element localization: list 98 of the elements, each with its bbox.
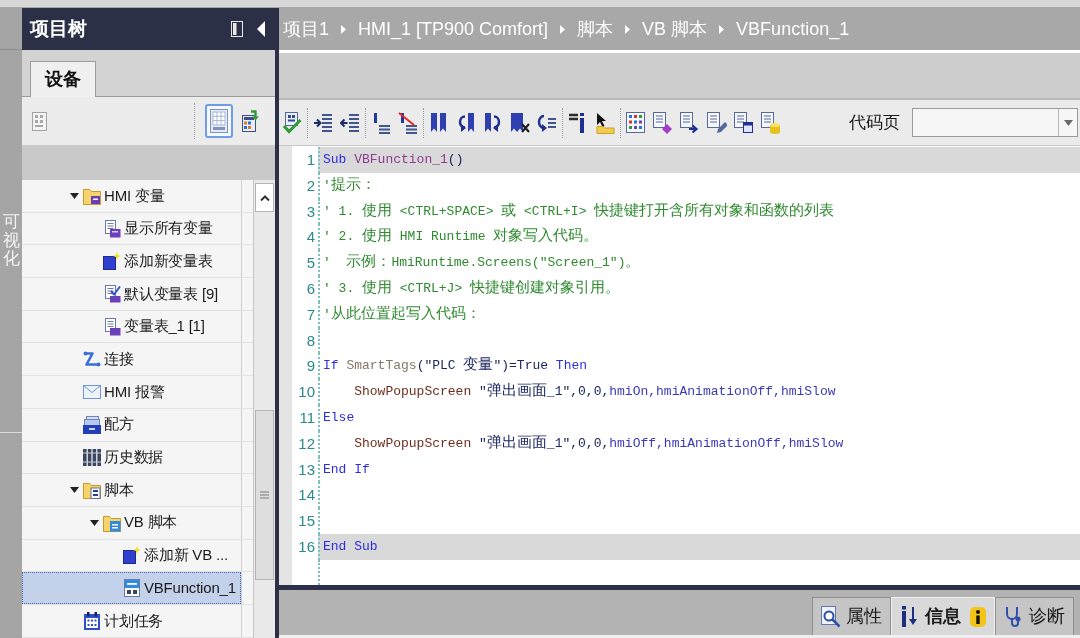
code-line: ' 示例：HmiRuntime.Screens("Screen_1")。 <box>318 250 1080 276</box>
document-pencil-icon[interactable] <box>707 111 727 134</box>
bookmark-cross-icon[interactable] <box>510 111 530 134</box>
line-number: 1 <box>305 150 316 170</box>
tree-item[interactable]: 配方 <box>22 408 241 441</box>
tree-item[interactable]: 计划任务 <box>22 604 241 637</box>
tree-item[interactable]: 连接 <box>22 343 241 376</box>
code-page-dropdown[interactable] <box>912 108 1078 137</box>
line-number: 16 <box>297 536 316 557</box>
bookmark-icon[interactable] <box>429 111 449 134</box>
tab[interactable]: 设备 <box>30 61 96 97</box>
code-line: ShowPopupScreen "弹出画面_1",0,0,hmiOn,hmiAnimationOff,hmiSlow <box>318 379 1080 405</box>
table-arrow-icon <box>242 110 260 132</box>
line-number: 7 <box>305 304 316 325</box>
document-diamond-icon[interactable] <box>653 111 673 134</box>
line-number: 12 <box>297 433 316 454</box>
tree-item[interactable]: VB 脚本 <box>22 506 241 539</box>
connector-icon <box>83 350 101 369</box>
tree-item[interactable]: VBFunction_1 <box>22 572 241 604</box>
tab[interactable]: 信息 <box>891 597 995 635</box>
line-number: 13 <box>297 459 316 480</box>
triangle-right-icon <box>560 24 566 34</box>
sparkle-document-icon <box>123 546 141 565</box>
line-number: 14 <box>297 485 316 506</box>
tree-item[interactable]: 添加新变量表 <box>22 245 241 278</box>
tree-item[interactable]: HMI 变量 <box>22 180 241 212</box>
folder-icon <box>83 481 101 500</box>
cursor-folder-icon[interactable] <box>595 111 615 134</box>
crossed-lines-icon[interactable] <box>398 111 418 134</box>
code-line: ' 1. 使用 <CTRL+SPACE> 或 <CTRL+I> 快捷键打开含所有对象和函数的列表 <box>318 198 1080 225</box>
view-button[interactable] <box>205 104 233 138</box>
code-line: If SmartTags("PLC 变量")=True Then <box>318 353 1080 380</box>
triangle-right-icon <box>719 24 725 34</box>
tree-item[interactable]: 脚本 <box>22 474 241 506</box>
check-document-icon[interactable] <box>282 111 302 134</box>
script-document-icon <box>123 579 141 598</box>
line-number: 6 <box>305 279 316 299</box>
code-line: '提示： <box>318 172 1080 199</box>
document-stack-icon <box>103 219 121 238</box>
document-cylinder-icon[interactable] <box>761 111 781 134</box>
chevron-up-icon <box>259 194 270 201</box>
scroll-up-button[interactable] <box>255 183 274 212</box>
binders-icon <box>83 448 101 467</box>
folder-icon <box>103 513 121 532</box>
document-arrow-icon[interactable] <box>680 111 700 134</box>
document-icon <box>103 317 121 336</box>
line-number: 3 <box>305 201 316 222</box>
bookmark-right-arrow-icon[interactable] <box>483 111 503 134</box>
outdent-icon[interactable] <box>340 111 360 134</box>
tree-item[interactable]: 显示所有变量 <box>22 212 241 245</box>
triangle-down-icon[interactable] <box>69 192 79 199</box>
comment-lines-icon[interactable] <box>371 111 391 134</box>
line-number: 10 <box>297 382 316 403</box>
grip-icon <box>260 491 269 499</box>
grid-document-icon[interactable] <box>626 111 646 134</box>
tree-item[interactable]: 添加新 VB ... <box>22 539 241 572</box>
code-line: End If <box>318 456 1080 483</box>
caret-down-icon <box>1063 119 1073 126</box>
tree-item[interactable]: 历史数据 <box>22 441 241 474</box>
triangle-left-icon[interactable] <box>257 21 265 37</box>
code-line: ShowPopupScreen "弹出画面_1",0,0,hmiOff,hmiAnimationOff,hmiSlow <box>318 430 1080 457</box>
tab[interactable]: 属性 <box>812 597 891 635</box>
code-line: '从此位置起写入代码： <box>318 301 1080 328</box>
code-page-label: 代码页 <box>849 111 900 134</box>
info-arrow-icon <box>900 605 920 628</box>
tree-item[interactable]: 变量表_1 [1] <box>22 310 241 343</box>
scrollbar-thumb[interactable] <box>255 410 274 580</box>
triangle-down-icon[interactable] <box>89 519 99 526</box>
line-number: 8 <box>305 330 316 351</box>
code-line: Else <box>318 404 1080 431</box>
check-document-icon <box>103 284 121 303</box>
triangle-down-icon[interactable] <box>69 487 79 494</box>
indent-icon[interactable] <box>313 111 333 134</box>
panel-title: 项目树 <box>30 16 88 41</box>
magnifier-document-icon <box>821 605 841 628</box>
sparkle-document-icon <box>103 252 121 271</box>
line-number: 5 <box>305 253 316 274</box>
file-box-icon <box>83 415 101 434</box>
calendar-icon <box>83 611 101 630</box>
line-number: 15 <box>297 511 316 532</box>
code-line: ' 3. 使用 <CTRL+J> 快捷键创建对象引用。 <box>318 276 1080 302</box>
line-number: 2 <box>305 175 316 196</box>
pane-icon[interactable] <box>231 21 243 37</box>
line-number: 11 <box>298 407 316 428</box>
tree-item[interactable]: HMI 报警 <box>22 376 241 408</box>
scrollbar[interactable] <box>253 180 275 638</box>
triangle-right-icon <box>625 24 631 34</box>
table-icon <box>210 109 228 133</box>
document-window-icon[interactable] <box>734 111 754 134</box>
envelope-icon <box>83 382 101 401</box>
code-line: ' 2. 使用 HMI Runtime 对象写入代码。 <box>318 224 1080 251</box>
triangle-right-icon <box>341 24 346 34</box>
tab[interactable]: 诊断 <box>995 597 1074 635</box>
line-number: 9 <box>305 356 316 377</box>
bookmark-left-arrow-icon[interactable] <box>456 111 476 134</box>
tree-item[interactable]: 默认变量表 [9] <box>22 278 241 310</box>
line-number: 4 <box>305 227 316 248</box>
folder-icon <box>83 186 101 205</box>
